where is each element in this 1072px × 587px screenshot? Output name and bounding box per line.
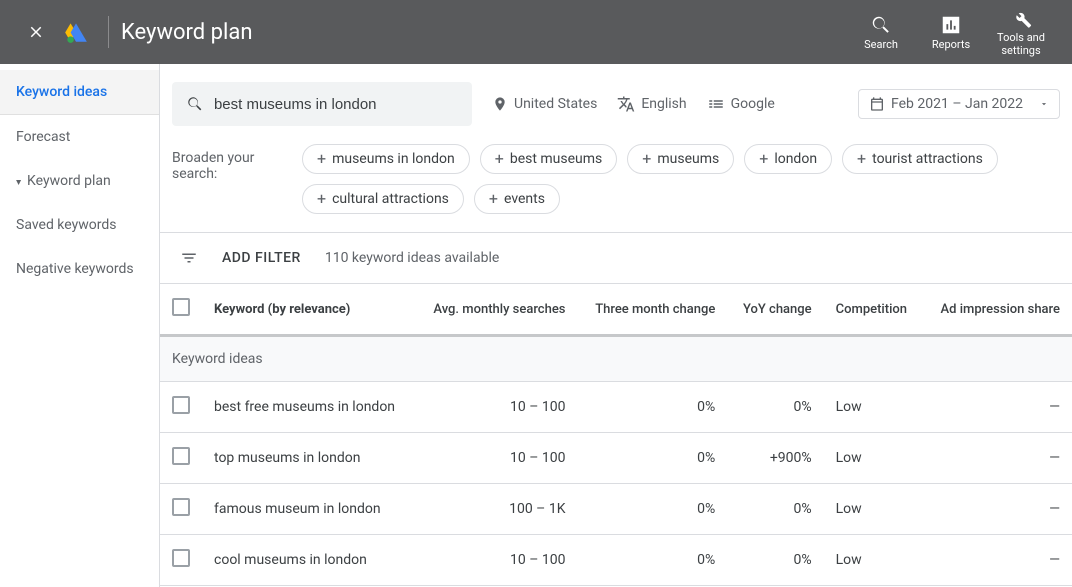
plus-icon: + [489,191,498,207]
cell-competition: Low [824,433,923,484]
col-impression-share[interactable]: Ad impression share [923,284,1072,336]
cell-keyword: top museums in london [202,433,415,484]
broaden-chip[interactable]: +museums in london [302,144,470,174]
sidebar-item-saved-keywords[interactable]: Saved keywords [0,203,159,247]
broaden-chip[interactable]: +best museums [480,144,618,174]
cell-avg: 100 – 1K [415,484,577,535]
cell-impression: — [923,382,1072,433]
col-avg-searches[interactable]: Avg. monthly searches [415,284,577,336]
filter-summary: 110 keyword ideas available [325,250,499,266]
row-checkbox[interactable] [172,396,190,414]
plus-icon: + [759,151,768,167]
search-icon [186,94,204,114]
cell-impression: — [923,433,1072,484]
cell-yoy: +900% [727,433,823,484]
cell-three-month: 0% [577,535,727,586]
broaden-search-section: Broaden your search: +museums in london+… [160,136,1072,233]
search-icon [870,14,892,36]
toolbar: United States English Google Feb 2021 – … [160,64,1072,136]
table-row: famous museum in london100 – 1K0%0%Low— [160,484,1072,535]
cell-three-month: 0% [577,484,727,535]
keyword-search-box[interactable] [172,82,472,126]
close-icon [27,23,45,41]
table-row: cool museums in london10 – 1000%0%Low— [160,535,1072,586]
header-search-button[interactable]: Search [846,14,916,51]
col-three-month[interactable]: Three month change [577,284,727,336]
col-keyword[interactable]: Keyword (by relevance) [202,284,415,336]
select-all-checkbox[interactable] [172,298,190,316]
sidebar-item-keyword-plan[interactable]: Keyword plan [0,159,159,203]
keyword-table: Keyword (by relevance) Avg. monthly sear… [160,284,1072,586]
main-content: United States English Google Feb 2021 – … [160,64,1072,587]
date-range-picker[interactable]: Feb 2021 – Jan 2022 [858,89,1060,119]
plus-icon: + [495,151,504,167]
cell-keyword: best free museums in london [202,382,415,433]
table-row: best free museums in london10 – 1000%0%L… [160,382,1072,433]
cell-yoy: 0% [727,382,823,433]
sidebar-item-negative-keywords[interactable]: Negative keywords [0,247,159,291]
header-reports-button[interactable]: Reports [916,14,986,51]
cell-competition: Low [824,382,923,433]
broaden-chip[interactable]: +cultural attractions [302,184,464,214]
cell-yoy: 0% [727,484,823,535]
filter-bar: ADD FILTER 110 keyword ideas available [160,233,1072,284]
plus-icon: + [317,151,326,167]
broaden-chips: +museums in london+best museums+museums+… [302,144,1060,214]
cell-impression: — [923,535,1072,586]
cell-avg: 10 – 100 [415,535,577,586]
cell-three-month: 0% [577,433,727,484]
row-checkbox[interactable] [172,549,190,567]
plus-icon: + [642,151,651,167]
close-button[interactable] [16,23,56,41]
reports-icon [940,14,962,36]
page-title: Keyword plan [121,20,846,45]
wrench-icon [1010,7,1032,29]
broaden-chip[interactable]: +tourist attractions [842,144,998,174]
row-checkbox[interactable] [172,498,190,516]
cell-competition: Low [824,484,923,535]
pin-icon [492,96,508,112]
sidebar-item-keyword-ideas[interactable]: Keyword ideas [0,70,159,115]
plus-icon: + [857,151,866,167]
chevron-down-icon [1039,99,1049,109]
network-icon [707,95,725,113]
add-filter-button[interactable]: ADD FILTER [222,250,301,266]
header-divider [108,16,109,48]
header-tools-button[interactable]: Tools and settings [986,7,1056,57]
broaden-chip[interactable]: +london [744,144,832,174]
broaden-chip[interactable]: +events [474,184,560,214]
plus-icon: + [317,191,326,207]
broaden-label: Broaden your search: [172,144,282,182]
col-competition[interactable]: Competition [824,284,923,336]
cell-keyword: famous museum in london [202,484,415,535]
table-row: top museums in london10 – 1000%+900%Low— [160,433,1072,484]
calendar-icon [869,96,885,112]
filter-icon[interactable] [180,249,198,267]
table-section-header: Keyword ideas [160,336,1072,382]
cell-keyword: cool museums in london [202,535,415,586]
networks-target[interactable]: Google [707,95,775,113]
google-ads-logo [56,19,96,45]
location-target[interactable]: United States [492,96,597,112]
broaden-chip[interactable]: +museums [627,144,734,174]
cell-avg: 10 – 100 [415,382,577,433]
cell-competition: Low [824,535,923,586]
language-target[interactable]: English [617,95,686,113]
language-icon [617,95,635,113]
row-checkbox[interactable] [172,447,190,465]
keyword-search-input[interactable] [214,96,458,113]
cell-three-month: 0% [577,382,727,433]
sidebar-item-forecast[interactable]: Forecast [0,115,159,159]
app-header: Keyword plan Search Reports Tools and se… [0,0,1072,64]
sidebar: Keyword ideas Forecast Keyword plan Save… [0,64,160,587]
cell-yoy: 0% [727,535,823,586]
col-yoy[interactable]: YoY change [727,284,823,336]
ads-logo-icon [63,19,89,45]
cell-avg: 10 – 100 [415,433,577,484]
cell-impression: — [923,484,1072,535]
